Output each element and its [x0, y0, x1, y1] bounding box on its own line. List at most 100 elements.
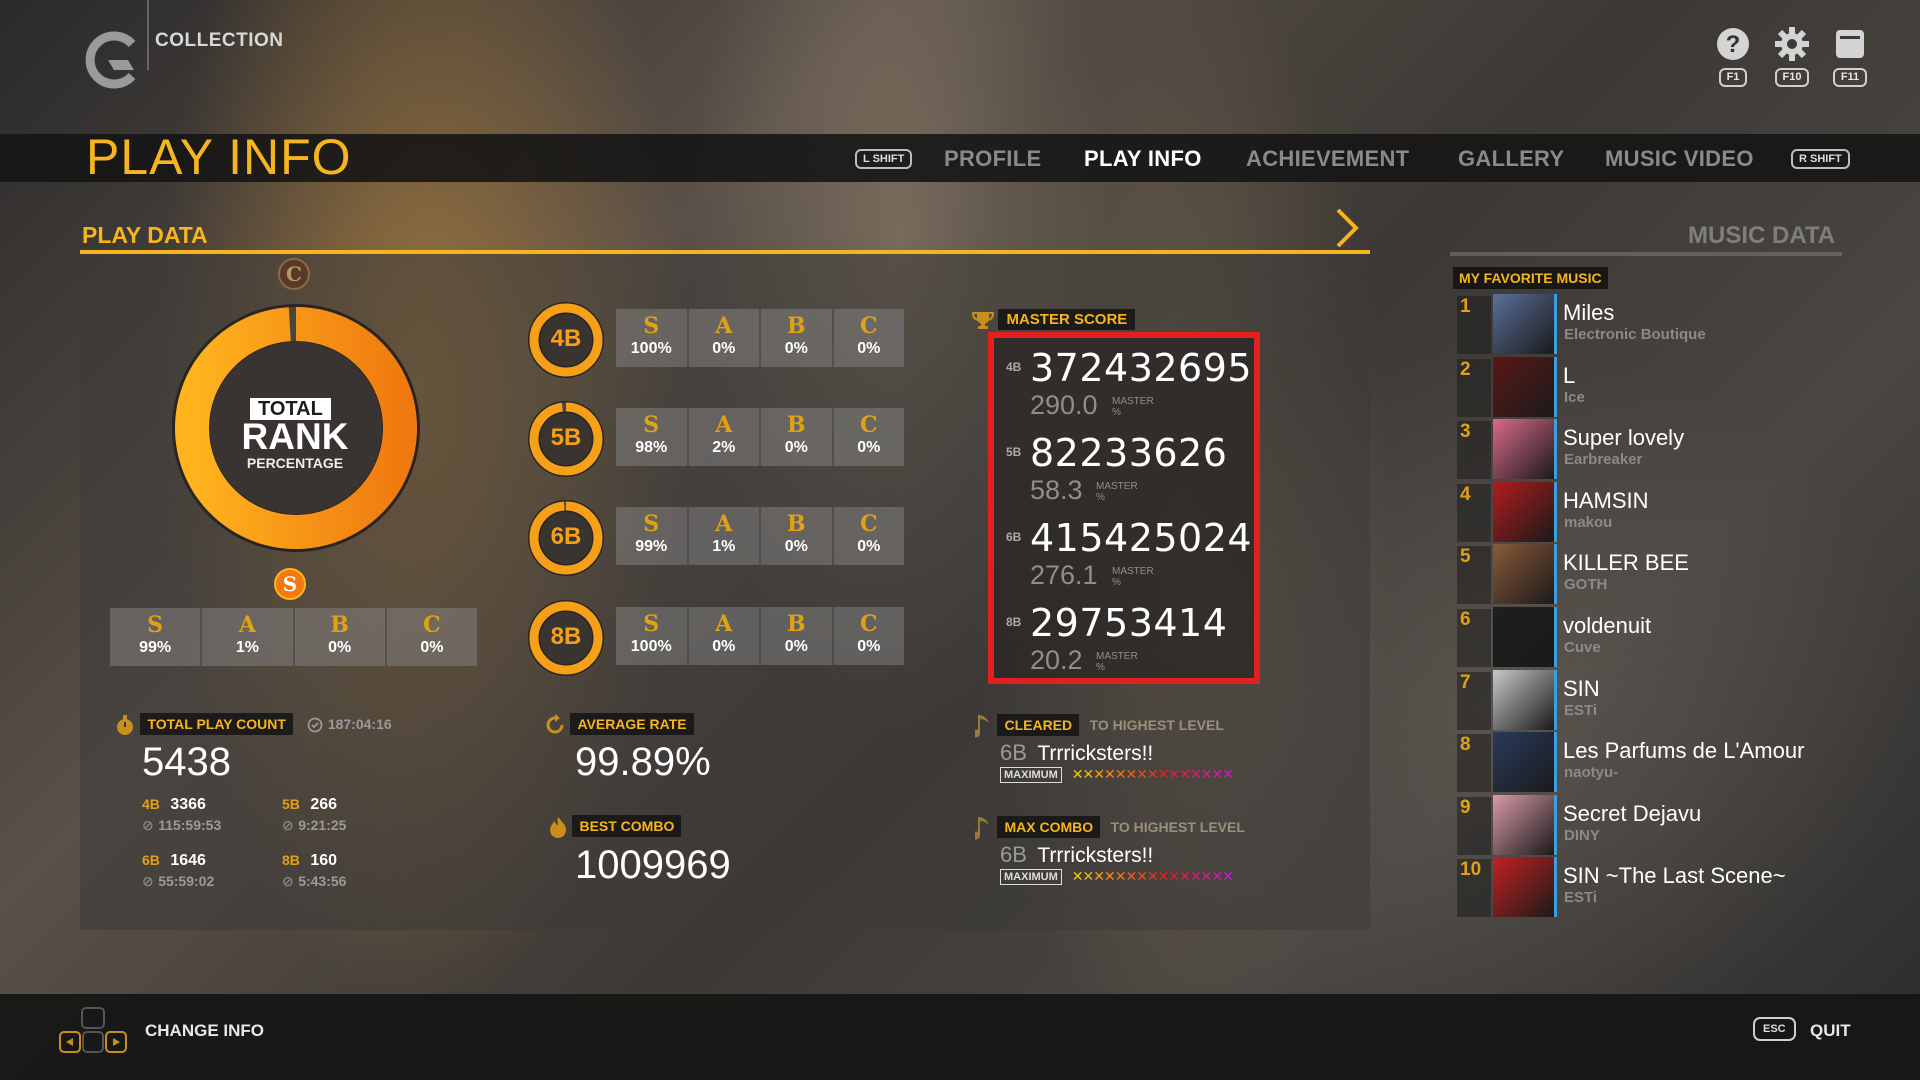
- song-thumbnail: [1493, 794, 1557, 855]
- song-thumbnail: [1493, 481, 1557, 542]
- difficulty-star-icon: ✕: [1082, 868, 1095, 884]
- favorite-music-item[interactable]: 4 HAMSIN makou: [1453, 480, 1845, 543]
- svg-text:?: ?: [1726, 31, 1741, 58]
- mode-grade-row: S 100% A 0% B 0% C 0%: [616, 309, 904, 367]
- favorite-music-item[interactable]: 10 SIN ~The Last Scene~ ESTi: [1453, 855, 1845, 918]
- max-combo-sub-label: TO HIGHEST LEVEL: [1110, 819, 1245, 836]
- song-title: HAMSIN: [1563, 487, 1649, 513]
- music-data-title[interactable]: MUSIC DATA: [1688, 222, 1835, 250]
- difficulty-star-icon: ✕: [1103, 766, 1116, 782]
- mode-grade-row: S 99% A 1% B 0% C 0%: [616, 507, 904, 565]
- tab-play-info[interactable]: PLAY INFO: [1084, 146, 1202, 172]
- total-grade-b: B 0%: [294, 608, 387, 666]
- difficulty-star-icon: ✕: [1114, 868, 1127, 884]
- song-artist: Electronic Boutique: [1564, 326, 1706, 343]
- max-combo-stars: ✕✕✕✕✕✕✕✕✕✕✕✕✕✕✕: [1071, 868, 1234, 885]
- mode-grade-cell: B 0%: [761, 408, 834, 466]
- favorite-music-item[interactable]: 6 voldenuit Cuve: [1453, 605, 1845, 668]
- difficulty-star-icon: ✕: [1179, 766, 1191, 782]
- l-shift-key[interactable]: L SHIFT: [855, 149, 913, 169]
- difficulty-star-icon: ✕: [1093, 868, 1105, 884]
- play-count-4b: 4B 3366 ⊘ 115:59:53: [142, 796, 222, 833]
- window-button[interactable]: F11: [1828, 26, 1872, 87]
- best-combo-label: BEST COMBO: [572, 815, 682, 837]
- mode-grade-cell: S 99%: [616, 507, 689, 565]
- footer-bar: [0, 994, 1920, 1080]
- favorite-rank: 3: [1457, 421, 1491, 480]
- average-rate-label: AVERAGE RATE: [570, 713, 694, 735]
- cleared-sub-label: TO HIGHEST LEVEL: [1089, 717, 1224, 734]
- mode-grade-cell: B 0%: [761, 309, 834, 367]
- difficulty-star-icon: ✕: [1200, 868, 1213, 884]
- trophy-icon: [971, 311, 995, 329]
- mode-grade-cell: A 0%: [688, 309, 761, 367]
- play-count-6b: 6B 1646 ⊘ 55:59:02: [142, 852, 215, 889]
- song-thumbnail: [1493, 356, 1557, 417]
- mode-label: 4B: [550, 325, 582, 352]
- difficulty-star-icon: ✕: [1114, 766, 1127, 782]
- max-combo-label: MAX COMBO: [997, 816, 1101, 839]
- average-rate-header: AVERAGE RATE: [544, 713, 694, 736]
- favorite-music-item[interactable]: 7 SIN ESTi: [1453, 668, 1845, 731]
- cleared-song-title: Trrricksters!!: [1037, 742, 1154, 765]
- tab-gallery[interactable]: GALLERY: [1458, 146, 1564, 172]
- favorite-music-item[interactable]: 3 Super lovely Earbreaker: [1453, 417, 1845, 480]
- total-play-time: 187:04:16: [327, 716, 392, 732]
- favorite-music-item[interactable]: 1 Miles Electronic Boutique: [1453, 292, 1845, 355]
- master-level-value: 58.3: [1030, 475, 1083, 505]
- best-combo-value: 1009969: [575, 843, 731, 887]
- header-divider: [147, 0, 149, 70]
- tab-achievement[interactable]: ACHIEVEMENT: [1246, 146, 1409, 172]
- r-shift-key[interactable]: R SHIFT: [1791, 149, 1850, 169]
- help-button[interactable]: ? F1: [1711, 26, 1755, 87]
- difficulty-star-icon: ✕: [1136, 766, 1148, 782]
- master-score-value: 372432695: [1030, 346, 1253, 390]
- mode-grade-row: S 98% A 2% B 0% C 0%: [616, 408, 904, 466]
- total-play-count-header: TOTAL PLAY COUNT 187:04:16: [114, 713, 392, 736]
- favorite-rank: 9: [1457, 796, 1491, 855]
- favorite-rank: 4: [1457, 483, 1491, 542]
- favorite-music-item[interactable]: 2 L Ice: [1453, 355, 1845, 418]
- favorite-music-item[interactable]: 5 KILLER BEE GOTH: [1453, 542, 1845, 605]
- difficulty-star-icon: ✕: [1125, 766, 1137, 782]
- master-score-header: MASTER SCORE: [971, 309, 1136, 330]
- esc-key[interactable]: ESC: [1753, 1017, 1796, 1041]
- mode-label: 6B: [550, 523, 582, 550]
- rank-c-badge-icon: C: [278, 258, 310, 290]
- total-play-count-value: 5438: [142, 740, 231, 784]
- music-data-rule: [1450, 252, 1842, 256]
- difficulty-star-icon: ✕: [1136, 868, 1148, 884]
- master-score-label: MASTER SCORE: [998, 309, 1136, 330]
- favorite-music-item[interactable]: 9 Secret Dejavu DINY: [1453, 793, 1845, 856]
- difficulty-star-icon: ✕: [1146, 766, 1159, 782]
- song-artist: naotyu-: [1564, 764, 1619, 782]
- quit-label[interactable]: QUIT: [1810, 1021, 1851, 1041]
- favorite-music-item[interactable]: 8 Les Parfums de L'Amour naotyu-: [1453, 730, 1845, 793]
- difficulty-star-icon: ✕: [1168, 868, 1180, 884]
- settings-button[interactable]: F10: [1770, 26, 1814, 87]
- mode-grade-cell: B 0%: [761, 507, 834, 565]
- song-artist: ESTi: [1564, 701, 1598, 719]
- song-thumbnail: [1493, 857, 1557, 918]
- chevron-right-icon[interactable]: [1332, 206, 1362, 250]
- flame-icon: [550, 816, 566, 838]
- difficulty-star-icon: ✕: [1071, 868, 1084, 884]
- song-title: KILLER BEE: [1563, 550, 1689, 576]
- song-artist: ESTi: [1564, 889, 1598, 907]
- difficulty-star-icon: ✕: [1179, 868, 1191, 884]
- change-info-label[interactable]: CHANGE INFO: [145, 1021, 264, 1041]
- difficulty-star-icon: ✕: [1189, 868, 1202, 884]
- svg-text:S: S: [283, 572, 297, 596]
- collection-label: COLLECTION: [155, 30, 284, 51]
- mode-grade-cell: B 0%: [761, 607, 834, 665]
- difficulty-star-icon: ✕: [1071, 766, 1084, 782]
- song-title: SIN ~The Last Scene~: [1563, 863, 1786, 889]
- tab-profile[interactable]: PROFILE: [944, 146, 1041, 172]
- tab-music-video[interactable]: MUSIC VIDEO: [1605, 146, 1754, 172]
- cleared-header: CLEARED TO HIGHEST LEVEL: [972, 713, 1224, 739]
- music-note-icon: [972, 817, 989, 840]
- total-grade-c: C 0%: [386, 608, 477, 666]
- master-score-box: 4B 372432695 290.0 MASTER% 5B 82233626 5…: [988, 332, 1260, 684]
- difficulty-star-icon: ✕: [1168, 766, 1180, 782]
- mode-grade-cell: C 0%: [833, 507, 904, 565]
